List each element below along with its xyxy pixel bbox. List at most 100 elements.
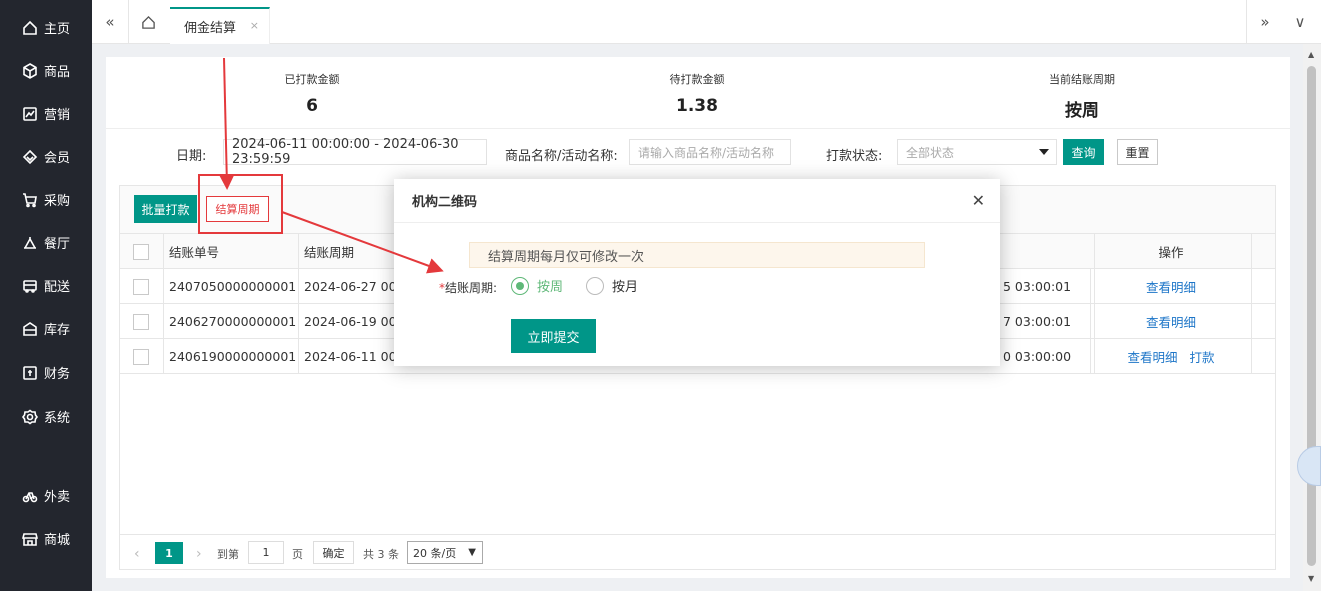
filter-row: 日期: 2024-06-11 00:00:00 - 2024-06-30 23:… xyxy=(106,128,1290,184)
sidebar-item-goods[interactable]: 商品 xyxy=(0,49,92,92)
tabs-dropdown-button[interactable]: ∨ xyxy=(1282,0,1318,44)
box-icon xyxy=(23,62,37,79)
pay-link[interactable]: 打款 xyxy=(1190,347,1215,366)
chevron-down-icon: ▼ xyxy=(468,547,476,558)
goto-page-input[interactable]: 1 xyxy=(248,541,284,564)
close-icon[interactable]: ✕ xyxy=(972,191,985,210)
date-range-input[interactable]: 2024-06-11 00:00:00 - 2024-06-30 23:59:5… xyxy=(223,137,487,167)
cell-order-no: 2406270000000001 xyxy=(164,304,299,339)
sidebar-item-label: 系统 xyxy=(44,411,71,426)
sidebar-item-home[interactable]: 主页 xyxy=(0,6,92,49)
scroll-thumb[interactable] xyxy=(1307,66,1316,566)
goto-confirm-button[interactable]: 确定 xyxy=(313,541,354,564)
page-unit: 页 xyxy=(292,548,303,561)
next-page-icon[interactable]: › xyxy=(196,543,202,565)
settle-cycle-modal: 机构二维码 ✕ 结算周期每月仅可修改一次 *结账周期: 按周 按月 立即提交 xyxy=(394,179,1000,366)
view-detail-link[interactable]: 查看明细 xyxy=(1127,347,1177,366)
sidebar-item-member[interactable]: 会员 xyxy=(0,135,92,178)
sidebar-item-purchase[interactable]: 采购 xyxy=(0,178,92,221)
chevron-down-icon: ∨ xyxy=(1294,13,1306,31)
cell-actions: 查看明细 打款 xyxy=(1091,339,1252,374)
page-size-value: 20 条/页 xyxy=(413,546,457,560)
prev-page-icon[interactable]: ‹ xyxy=(134,543,140,565)
sidebar-item-system[interactable]: 系统 xyxy=(0,395,92,438)
radio-month[interactable]: 按月 xyxy=(586,276,638,295)
stat-label: 待打款金额 xyxy=(669,73,725,86)
name-label: 商品名称/活动名称: xyxy=(505,149,618,164)
sidebar-item-finance[interactable]: 财务 xyxy=(0,351,92,394)
page-scrollbar[interactable]: ▲ ▼ xyxy=(1303,44,1321,591)
annotation-highlight-box xyxy=(198,174,283,234)
cell-actions: 查看明细 xyxy=(1091,304,1252,339)
close-icon[interactable]: × xyxy=(250,19,259,32)
cell-time: 7 03:00:01 xyxy=(998,304,1091,339)
header-action: 操作 xyxy=(1091,234,1252,269)
radio-week[interactable]: 按周 xyxy=(511,276,563,295)
reset-button[interactable]: 重置 xyxy=(1117,139,1158,165)
tab-commission-settlement[interactable]: 佣金结算 × xyxy=(170,7,270,44)
cart-icon xyxy=(23,192,37,207)
sidebar-item-restaurant[interactable]: 餐厅 xyxy=(0,221,92,264)
sidebar-item-delivery[interactable]: 配送 xyxy=(0,264,92,307)
sidebar-item-inventory[interactable]: 库存 xyxy=(0,307,92,350)
sidebar-item-marketing[interactable]: 营销 xyxy=(0,92,92,135)
tab-label: 佣金结算 xyxy=(184,21,237,36)
double-left-icon: « xyxy=(105,13,115,31)
chart-icon xyxy=(23,106,37,121)
bell-icon xyxy=(24,236,36,249)
sidebar: 主页 商品 营销 会员 采购 餐厅 配送 库存 财务 系统 外卖 商城 xyxy=(0,0,92,591)
stat-value: 按周 xyxy=(1065,101,1099,121)
field-label-text: 结账周期: xyxy=(445,281,498,295)
truck-icon xyxy=(23,279,37,293)
pagination: ‹ 1 › 到第 1 页 确定 共 3 条 20 条/页 ▼ xyxy=(120,534,1275,570)
row-checkbox[interactable] xyxy=(133,278,149,295)
cell-actions: 查看明细 xyxy=(1091,269,1252,304)
gear-icon xyxy=(22,409,38,424)
date-label: 日期: xyxy=(176,149,207,164)
radio-month-label: 按月 xyxy=(612,280,639,295)
row-checkbox[interactable] xyxy=(133,313,149,330)
store-icon xyxy=(22,532,38,546)
search-button[interactable]: 查询 xyxy=(1063,139,1104,165)
status-select-value: 全部状态 xyxy=(906,145,955,160)
header-checkbox-cell xyxy=(120,234,164,269)
sidebar-item-mall[interactable]: 商城 xyxy=(0,517,92,560)
double-right-icon: » xyxy=(1260,13,1270,31)
goto-label: 到第 xyxy=(217,548,239,561)
page-number-current[interactable]: 1 xyxy=(155,542,183,564)
row-checkbox[interactable] xyxy=(133,348,149,365)
home-icon xyxy=(23,20,37,35)
sidebar-item-label: 库存 xyxy=(44,323,71,338)
status-select[interactable]: 全部状态 xyxy=(897,139,1057,165)
sidebar-item-takeout[interactable]: 外卖 xyxy=(0,474,92,517)
header-order-no: 结账单号 xyxy=(164,234,299,269)
radio-unchecked-icon xyxy=(586,276,604,295)
warehouse-icon xyxy=(23,321,37,336)
caret-down-icon xyxy=(1039,149,1049,155)
name-search-input[interactable]: 请输入商品名称/活动名称 xyxy=(629,139,791,165)
radio-checked-icon xyxy=(511,276,529,295)
view-detail-link[interactable]: 查看明细 xyxy=(1146,277,1196,296)
sidebar-item-label: 会员 xyxy=(44,151,71,166)
submit-button[interactable]: 立即提交 xyxy=(511,319,596,353)
scroll-up-icon[interactable]: ▲ xyxy=(1308,50,1314,59)
batch-pay-button[interactable]: 批量打款 xyxy=(134,195,197,223)
sidebar-item-label: 餐厅 xyxy=(44,237,71,252)
sidebar-item-label: 财务 xyxy=(44,367,71,382)
page-size-select[interactable]: 20 条/页 ▼ xyxy=(407,541,483,564)
stat-value: 1.38 xyxy=(676,96,718,116)
tab-bar: « 佣金结算 × » ∨ xyxy=(92,0,1321,44)
home-tab-button[interactable] xyxy=(130,0,166,44)
stat-label: 当前结账周期 xyxy=(1049,73,1115,86)
tabs-next-button[interactable]: » xyxy=(1247,0,1283,44)
sidebar-item-label: 主页 xyxy=(44,22,71,37)
tabs-prev-button[interactable]: « xyxy=(92,0,128,44)
assistant-float-icon[interactable] xyxy=(1297,446,1321,486)
select-all-checkbox[interactable] xyxy=(133,243,149,260)
sidebar-item-label: 配送 xyxy=(44,280,71,295)
radio-week-label: 按周 xyxy=(537,280,564,295)
view-detail-link[interactable]: 查看明细 xyxy=(1146,312,1196,331)
cell-order-no: 2406190000000001 xyxy=(164,339,299,374)
home-icon xyxy=(141,15,155,29)
scroll-down-icon[interactable]: ▼ xyxy=(1308,574,1314,583)
